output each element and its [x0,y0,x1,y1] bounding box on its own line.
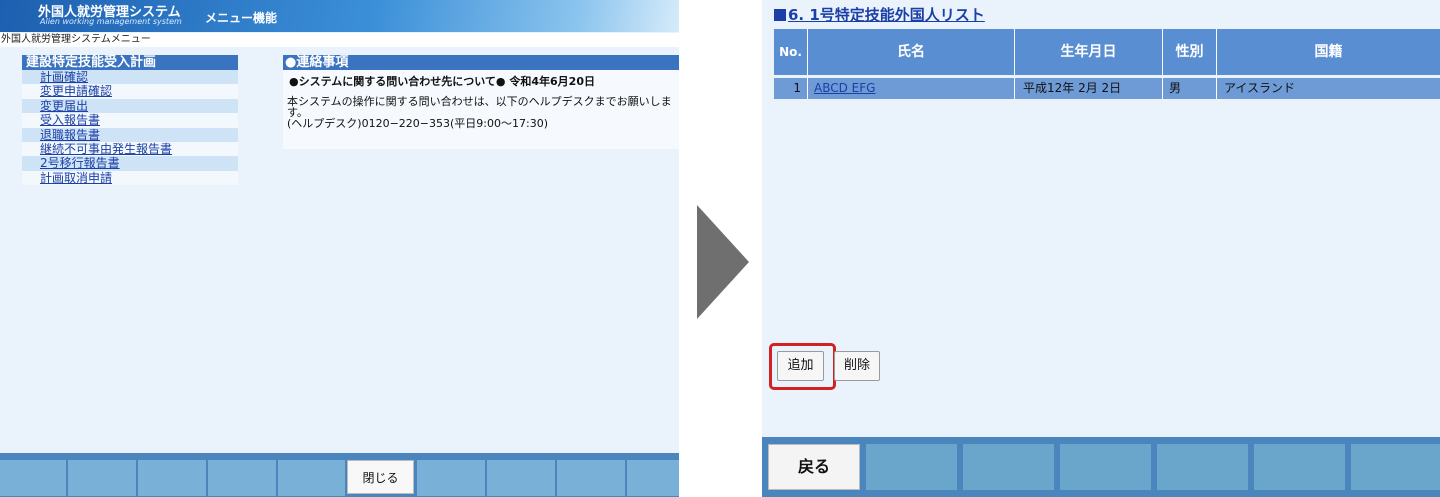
menu-item-change-request-check[interactable]: 変更申請確認 [22,84,238,99]
square-bullet-icon [774,9,786,21]
menu-item-plan-check[interactable]: 計画確認 [22,70,238,85]
footer-slot [1060,444,1151,490]
column-header-dob: 生年月日 [1015,29,1163,75]
plan-menu: 建設特定技能受入計画 計画確認 変更申請確認 変更届出 受入報告書 退職報告書 … [22,55,238,186]
menu-item-label[interactable]: 2号移行報告書 [40,156,120,170]
menu-item-label[interactable]: 計画取消申請 [40,171,112,185]
menu-item-type2-transition-report[interactable]: 2号移行報告書 [22,156,238,171]
footer-slot [866,444,957,490]
cell-nationality: アイスランド [1224,81,1296,95]
notice-body: 本システムの操作に関する問い合わせは、以下のヘルプデスクまでお願いしま す。 (… [283,96,679,129]
menu-item-continuation-impossible-report[interactable]: 継続不可事由発生報告書 [22,141,238,157]
menu-item-acceptance-report[interactable]: 受入報告書 [22,113,238,128]
back-button[interactable]: 戻る [768,444,860,490]
list-title-text: 6. 1号特定技能外国人リスト [788,6,985,24]
app-header: 外国人就労管理システム Alien working management sys… [0,0,679,32]
menu-screen: 外国人就労管理システム Alien working management sys… [0,0,679,497]
footer-slot [417,460,485,496]
cell-name: ABCD EFG [808,78,1015,99]
foreigner-list-screen: 6. 1号特定技能外国人リスト No. 氏名 生年月日 性別 国籍 1 ABCD… [762,0,1440,497]
notice-line: 本システムの操作に関する問い合わせは、以下のヘルプデスクまでお願いしま [287,95,672,108]
transition-arrow-icon [697,205,749,319]
footer-slot [627,460,679,496]
footer-slot [138,460,206,496]
column-header-no: No. [774,29,808,75]
close-button[interactable]: 閉じる [347,460,414,494]
column-header-sex: 性別 [1163,29,1217,75]
footer-slot [278,460,345,496]
notice-panel: ●連絡事項 ●システムに関する問い合わせ先について● 令和4年6月20日 本シス… [283,55,679,149]
footer-slot [208,460,276,496]
cell-dob: 平成12年 2月 2日 [1015,78,1163,99]
comparison-root: 外国人就労管理システム Alien working management sys… [0,0,1440,497]
footer-slot [1351,444,1440,490]
section-title: メニュー機能 [205,11,278,25]
footer-slot [557,460,625,496]
app-subtitle: Alien working management system [40,17,182,26]
menu-item-label[interactable]: 変更届出 [40,99,88,113]
footer-slot [1254,444,1345,490]
cell-sex: 男 [1163,78,1217,99]
list-title: 6. 1号特定技能外国人リスト [774,4,985,25]
notice-subject: ●システムに関する問い合わせ先について● 令和4年6月20日 [289,75,595,88]
right-footer-bar: 戻る [762,437,1440,497]
breadcrumb: 外国人就労管理システムメニュー [0,33,679,47]
name-link[interactable]: ABCD EFG [814,81,875,95]
column-header-name: 氏名 [808,29,1015,75]
notice-heading: ●連絡事項 [283,55,679,70]
footer-slot [0,460,66,496]
menu-item-label[interactable]: 変更申請確認 [40,84,112,98]
footer-slot [1157,444,1248,490]
menu-item-label[interactable]: 受入報告書 [40,113,100,127]
menu-item-change-notice[interactable]: 変更届出 [22,98,238,114]
left-footer-bar: 閉じる [0,453,679,497]
table-header: No. 氏名 生年月日 性別 国籍 [774,29,1440,75]
menu-item-label[interactable]: 継続不可事由発生報告書 [40,142,172,156]
column-header-nationality: 国籍 [1314,44,1343,60]
cell-no: 1 [774,78,808,99]
add-button[interactable]: 追加 [777,351,824,381]
menu-item-plan-cancel-request[interactable]: 計画取消申請 [22,170,238,186]
plan-menu-heading: 建設特定技能受入計画 [22,55,238,70]
footer-slot [963,444,1054,490]
menu-item-label[interactable]: 退職報告書 [40,128,100,142]
menu-item-label[interactable]: 計画確認 [40,70,88,84]
table-row: 1 ABCD EFG 平成12年 2月 2日 男 アイスランド [774,78,1440,99]
footer-slot [487,460,555,496]
menu-item-resignation-report[interactable]: 退職報告書 [22,127,238,142]
delete-button[interactable]: 削除 [834,351,880,381]
notice-line: (ヘルプデスク)0120−220−353(平日9:00〜17:30) [287,117,548,130]
footer-slot [68,460,136,496]
